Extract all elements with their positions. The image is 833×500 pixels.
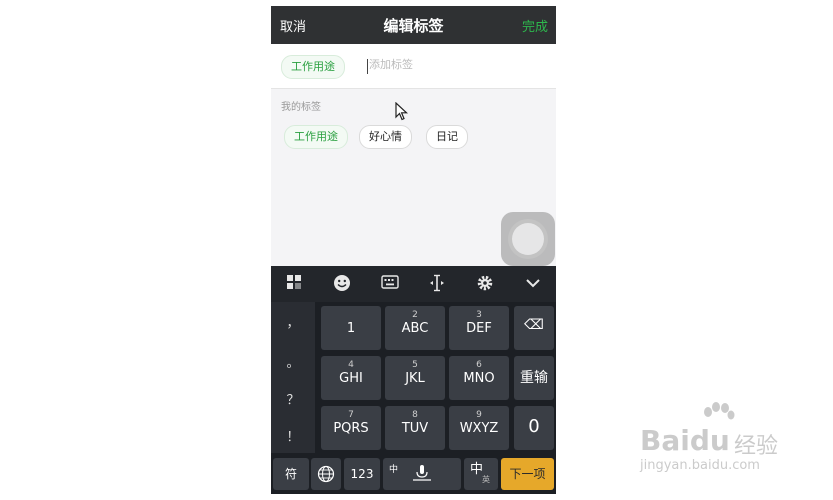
- t9-keyboard: ， 。 ？ ！ 1 2 ABC 3 DEF ⌫ 4 GHI 5 JKL 6 MN…: [271, 302, 556, 494]
- space-key-label: 中: [389, 465, 399, 475]
- space-key[interactable]: 中: [383, 458, 461, 490]
- text-caret: [367, 59, 368, 74]
- add-tag-input[interactable]: [369, 58, 489, 71]
- assistive-touch-dot: [512, 223, 544, 255]
- navigation-bar: 取消 编辑标签 完成: [271, 6, 556, 44]
- backspace-key[interactable]: ⌫: [514, 306, 554, 350]
- tag-chip-mood[interactable]: 好心情: [359, 125, 412, 149]
- reenter-key[interactable]: 重输: [514, 356, 554, 400]
- key-1[interactable]: 1: [321, 306, 381, 350]
- watermark-url: jingyan.baidu.com: [640, 458, 760, 473]
- mouse-pointer-icon: [395, 102, 409, 121]
- keyboard-icon[interactable]: [380, 274, 400, 294]
- done-button[interactable]: 完成: [522, 16, 548, 35]
- symbol-key[interactable]: 符: [273, 458, 309, 490]
- punct-question-key[interactable]: ？: [271, 389, 315, 408]
- key-8-tuv[interactable]: 8 TUV: [385, 406, 445, 450]
- keyboard-toolbar: [271, 266, 556, 302]
- chevron-down-icon[interactable]: [523, 274, 543, 294]
- key-0[interactable]: 0: [514, 406, 554, 450]
- key-3-def[interactable]: 3 DEF: [449, 306, 509, 350]
- microphone-icon: [413, 465, 431, 481]
- tag-chip-work[interactable]: 工作用途: [284, 125, 348, 149]
- punctuation-column: ， 。 ？ ！: [271, 302, 315, 453]
- page-title: 编辑标签: [383, 17, 444, 35]
- watermark-cn: 经验: [734, 434, 779, 459]
- assistive-touch-button[interactable]: [501, 212, 555, 266]
- my-tags-label: 我的标签: [281, 102, 321, 113]
- cursor-move-icon[interactable]: [427, 274, 447, 294]
- key-5-jkl[interactable]: 5 JKL: [385, 356, 445, 400]
- key-4-ghi[interactable]: 4 GHI: [321, 356, 381, 400]
- key-2-abc[interactable]: 2 ABC: [385, 306, 445, 350]
- tag-input-row: 工作用途: [271, 44, 556, 89]
- backspace-icon: ⌫: [524, 317, 544, 333]
- globe-key[interactable]: [311, 458, 341, 490]
- key-6-mno[interactable]: 6 MNO: [449, 356, 509, 400]
- next-key[interactable]: 下一项: [501, 458, 554, 490]
- gear-icon[interactable]: [475, 274, 495, 294]
- number-switch-key[interactable]: 123: [344, 458, 380, 490]
- baidu-watermark: Baidu 经验 jingyan.baidu.com: [640, 402, 800, 490]
- selected-tag-chip[interactable]: 工作用途: [281, 55, 345, 79]
- phone-screen: 取消 编辑标签 完成 工作用途 我的标签 工作用途 好心情 日记: [271, 6, 556, 494]
- punct-period-key[interactable]: 。: [271, 352, 315, 371]
- key-7-pqrs[interactable]: 7 PQRS: [321, 406, 381, 450]
- punct-exclaim-key[interactable]: ！: [271, 426, 315, 445]
- watermark-brand: Baidu: [640, 424, 730, 457]
- emoji-icon[interactable]: [332, 274, 352, 294]
- key-9-wxyz[interactable]: 9 WXYZ: [449, 406, 509, 450]
- tag-chip-diary[interactable]: 日记: [426, 125, 468, 149]
- language-switch-key[interactable]: 中 英: [464, 458, 498, 490]
- grid-icon[interactable]: [284, 274, 304, 294]
- globe-icon: [317, 465, 335, 483]
- punct-comma-key[interactable]: ，: [271, 312, 315, 331]
